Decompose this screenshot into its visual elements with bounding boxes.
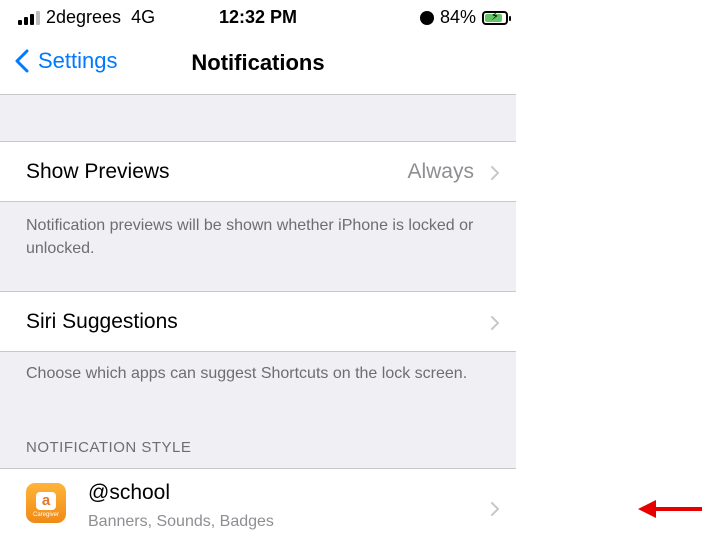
- notification-style-header: NOTIFICATION STYLE: [26, 439, 192, 456]
- show-previews-value: Always: [407, 160, 474, 183]
- screenshot-page: 2degrees 4G 12:32 PM 84% ⚡ Settings Noti…: [0, 0, 706, 548]
- siri-suggestions-footer: Choose which apps can suggest Shortcuts …: [26, 365, 468, 382]
- siri-suggestions-row[interactable]: Siri Suggestions: [0, 291, 516, 352]
- status-bar: 2degrees 4G 12:32 PM 84% ⚡: [0, 0, 516, 38]
- red-arrow-annotation-icon: [638, 500, 702, 518]
- chevron-right-icon: [491, 316, 499, 330]
- status-right: 84% ⚡: [419, 7, 511, 28]
- app-icon-caption: Caregiver: [32, 512, 59, 518]
- phone-screen: 2degrees 4G 12:32 PM 84% ⚡ Settings Noti…: [0, 0, 516, 548]
- siri-suggestions-label: Siri Suggestions: [26, 310, 178, 333]
- school-app-icon: a Caregiver: [26, 483, 66, 523]
- battery-percent: 84%: [439, 7, 476, 27]
- app-row-school[interactable]: a Caregiver @school Banners, Sounds, Bad…: [0, 468, 516, 548]
- chevron-right-icon: [491, 166, 499, 180]
- app-name: @school: [88, 481, 171, 504]
- show-previews-footer: Notification previews will be shown whet…: [26, 217, 474, 257]
- bolt-icon: ⚡: [490, 8, 500, 23]
- battery-charging-icon: ⚡: [482, 8, 511, 25]
- show-previews-label: Show Previews: [26, 160, 170, 183]
- page-title: Notifications: [191, 50, 325, 75]
- show-previews-row[interactable]: Show Previews Always: [0, 141, 516, 202]
- chevron-right-icon: [491, 502, 499, 516]
- app-icon-glyph: a: [36, 492, 56, 510]
- alarm-icon: [419, 10, 434, 25]
- app-notification-summary: Banners, Sounds, Badges: [88, 513, 274, 530]
- navigation-bar: Settings Notifications: [0, 38, 516, 95]
